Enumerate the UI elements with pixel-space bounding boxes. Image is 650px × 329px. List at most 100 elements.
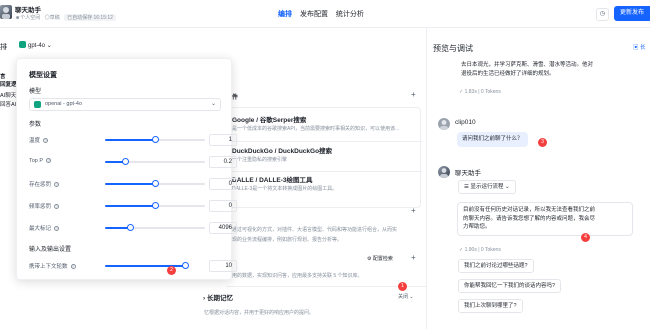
plugin-title-dalle[interactable]: DALLE / DALLE-3绘图工具 — [232, 174, 313, 184]
plugin-desc-dalle: DALLE-3是一个将文本转换成图片的绘图工具。 — [232, 186, 338, 192]
tab-orchestrate[interactable]: 编排 — [278, 11, 292, 18]
frequency-penalty-slider[interactable] — [105, 202, 205, 209]
param-label-temperature: 温度? — [29, 136, 49, 144]
model-badge-label: gpt-4o — [28, 43, 46, 49]
param-label-top-p: Top P? — [29, 158, 52, 164]
slider-thumb[interactable] — [126, 224, 134, 231]
temperature-input[interactable]: 1 — [209, 134, 237, 146]
slider-thumb[interactable] — [181, 262, 189, 269]
check-icon: ✓ — [459, 247, 464, 253]
presence-penalty-slider[interactable] — [105, 180, 205, 187]
plugin-title-duckduckgo[interactable]: DuckDuckGo / DuckDuckGo搜索 — [232, 145, 332, 155]
param-name: 最大标记 — [29, 226, 52, 232]
top-p-slider[interactable] — [105, 158, 205, 165]
top-bar: 聊天助手 ☻个人空间 ◎草稿 已自动保存 16:15:12 编排 发布配置 统计… — [0, 0, 650, 28]
token-stats-text: 1.83s | 0 Tokens — [464, 89, 501, 95]
param-name: 存在惩罚 — [29, 182, 52, 188]
add-kb-icon[interactable]: + — [411, 253, 416, 262]
slider-thumb[interactable] — [151, 202, 159, 209]
model-settings-panel: 模型设置 模型 openai - gpt-4o ⌄ 参数 温度? 1 Top P… — [16, 58, 237, 280]
model-label: 模型 — [29, 89, 42, 95]
top-p-input[interactable]: 0.2 — [209, 156, 237, 168]
token-stats-text: 1.90s | 0 Tokens — [464, 247, 501, 253]
app-name[interactable]: 聊天助手 — [15, 4, 41, 14]
annotation-badge-2: 2 — [167, 266, 176, 275]
main-nav: 编排 发布配置 统计分析 — [278, 9, 370, 19]
max-tokens-input[interactable]: 4096 — [209, 222, 237, 234]
annotation-badge-4: 4 — [581, 233, 590, 242]
tab-publish-config[interactable]: 发布配置 — [300, 11, 328, 18]
slider-fill — [105, 205, 155, 207]
help-icon[interactable]: ? — [54, 182, 60, 187]
preview-link[interactable]: ▣ 长 — [633, 43, 646, 51]
section-divider — [226, 286, 426, 287]
plugin-divider — [227, 171, 422, 172]
chevron-right-icon: › — [203, 295, 206, 302]
annotation-badge-3: 3 — [538, 138, 547, 147]
memory-icon: ▣ — [633, 45, 639, 51]
memory-title[interactable]: › 长期记忆 — [203, 292, 233, 302]
panel-title: 模型设置 — [29, 72, 57, 79]
show-run-flow-button[interactable]: ☰ 显示运行流程 ⌄ — [458, 180, 516, 194]
app-avatar[interactable] — [0, 5, 12, 19]
presence-penalty-input[interactable]: 0 — [209, 178, 237, 190]
edge-text-3: AI聊天 — [0, 93, 17, 99]
model-select-value: openai - gpt-4o — [45, 101, 82, 107]
temperature-slider[interactable] — [105, 136, 205, 143]
suggested-question[interactable]: 我们上次聊到哪里了? — [458, 299, 523, 313]
frequency-penalty-input[interactable]: 0 — [209, 200, 237, 212]
user-name: clip010 — [455, 119, 476, 126]
openai-icon — [34, 101, 41, 108]
help-icon[interactable]: ? — [54, 226, 60, 231]
slider-thumb[interactable] — [151, 136, 159, 143]
kb-desc: 用的数据，实现知识问答，应用最多支持关联 5 个知识库。 — [232, 273, 363, 279]
help-icon[interactable]: ? — [70, 264, 76, 269]
edge-text-1: 言 — [0, 74, 6, 80]
check-icon: ✓ — [459, 89, 464, 95]
suggested-question[interactable]: 你能帮我回忆一下我们的谈话内容吗? — [458, 279, 562, 293]
param-name: 携带上下文轮数 — [29, 264, 68, 270]
user-avatar — [438, 118, 450, 130]
help-icon[interactable]: ? — [54, 204, 60, 209]
slider-fill — [105, 183, 155, 185]
help-icon[interactable]: ? — [46, 158, 52, 163]
workflow-desc-line2: 现的业务流程编排，例如旅行规划、报告分析等。 — [232, 237, 343, 243]
plugin-desc-duckduckgo: 一个注重隐私的搜索引擎 — [232, 157, 288, 163]
memory-toggle[interactable]: 关闭 ⌄ — [398, 293, 414, 300]
update-publish-button[interactable]: 更新发布 — [614, 6, 650, 21]
openai-icon — [19, 41, 26, 48]
context-rounds-input[interactable]: 10 — [209, 260, 237, 272]
message-line: 的聊天内容。请告诉我您想了解的内容或问题，我会尽 — [463, 215, 596, 222]
preview-title: 预览与调试 — [433, 44, 473, 53]
suggested-question[interactable]: 我们之前讨论过哪些话题? — [458, 259, 534, 273]
param-label-max-tokens: 最大标记? — [29, 224, 60, 232]
plugin-divider — [227, 141, 422, 142]
slider-thumb[interactable] — [151, 180, 159, 187]
bot-avatar — [438, 166, 450, 178]
kb-config-button[interactable]: ⚙ 配置检索 — [367, 255, 393, 262]
edge-text-4: 回答AI — [0, 102, 17, 108]
left-pane-title: 排 — [0, 44, 7, 51]
params-label: 参数 — [29, 122, 42, 128]
chevron-down-icon: ⌄ — [409, 294, 414, 300]
help-icon[interactable]: ? — [43, 138, 49, 143]
memory-desc: 忆根据对话内容，并用于更好的响应用户的提问。 — [204, 310, 315, 316]
user-message: 请问我们之前聊了什么？ — [457, 132, 528, 147]
history-button[interactable]: ◷ — [596, 8, 609, 21]
plugin-title-google[interactable]: Google / 谷歌Serper搜索 — [232, 114, 306, 124]
workflow-desc-line1: 通过可视化的方式，对插件、大语言模型、代码和等功能进行组合，从而实 — [232, 227, 398, 233]
memory-title-label: 长期记忆 — [206, 295, 233, 302]
add-workflow-icon[interactable]: + — [411, 206, 416, 215]
model-select[interactable]: openai - gpt-4o ⌄ — [29, 98, 221, 111]
tab-analytics[interactable]: 统计分析 — [336, 11, 364, 18]
settings-icon: ⚙ — [367, 256, 372, 262]
message-line: 去日本观光，并学习萨克斯、滑雪、潜水等活动。他对 — [461, 62, 594, 68]
chevron-down-icon: ⌄ — [46, 43, 52, 49]
message-line: 退役后的生活已经做好了详细的规划。 — [461, 70, 555, 77]
io-settings-label: 输入及输出设置 — [29, 247, 72, 253]
add-plugin-icon[interactable]: + — [411, 90, 416, 99]
bot-message: 目前没有任何历史对话记录，所以我无法查看我们之前 的聊天内容。请告诉我您想了解的… — [457, 202, 633, 236]
slider-thumb[interactable] — [121, 158, 129, 165]
max-tokens-slider[interactable] — [105, 224, 205, 231]
model-selector-trigger[interactable]: gpt-4o ⌄ — [19, 41, 52, 49]
